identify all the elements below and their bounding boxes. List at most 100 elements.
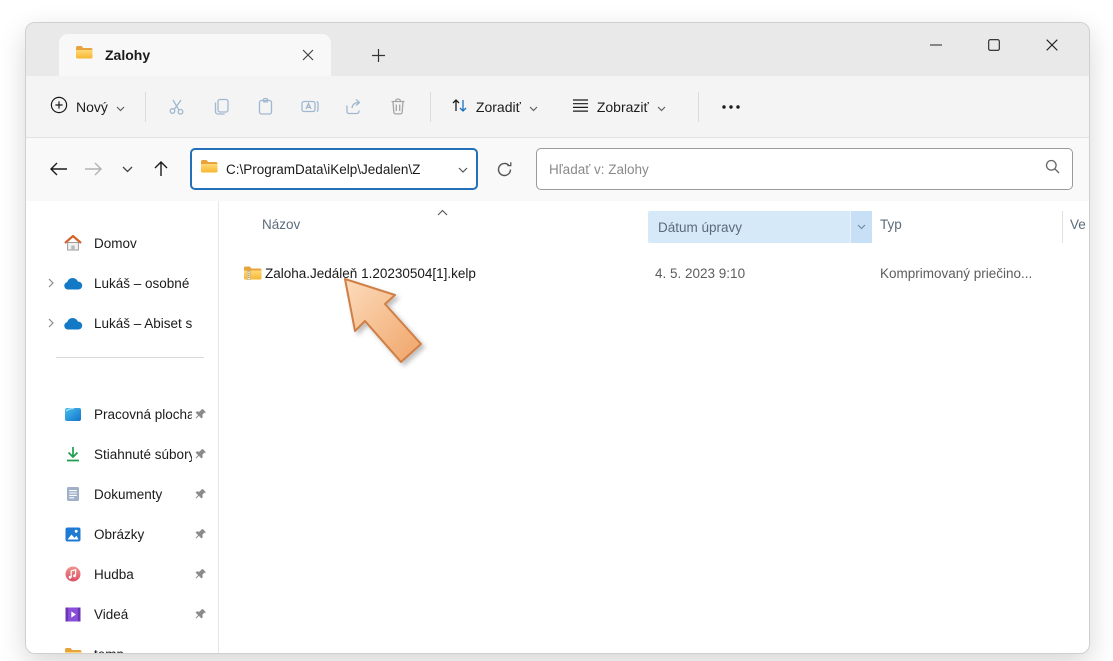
tab-zalohy[interactable]: Zalohy (59, 34, 331, 76)
chevron-down-icon (529, 99, 538, 115)
pin-icon (192, 448, 208, 461)
videos-icon (62, 607, 84, 622)
sidebar-item-label: Dokumenty (94, 487, 192, 502)
zip-folder-icon (243, 265, 262, 284)
back-button[interactable] (42, 152, 76, 186)
sidebar-item-label: Stiahnuté súbory (94, 447, 192, 462)
new-tab-button[interactable] (363, 41, 393, 69)
plus-circle-icon (50, 96, 68, 117)
forward-button[interactable] (76, 152, 110, 186)
column-header-type[interactable]: Typ (880, 217, 902, 232)
sidebar-item-documents[interactable]: Dokumenty (30, 474, 214, 514)
home-icon (62, 235, 84, 251)
sidebar-item-downloads[interactable]: Stiahnuté súbory (30, 434, 214, 474)
close-button[interactable] (1023, 23, 1081, 67)
navigation-pane: Domov Lukáš – osobné (26, 201, 219, 653)
file-list-pane: Názov Dátum úpravy Typ Ve Zaloha.Jedáleň… (219, 201, 1089, 653)
view-button[interactable]: Zobraziť (562, 90, 676, 124)
column-headers: Názov Dátum úpravy Typ Ve (219, 211, 1089, 243)
minimize-button[interactable] (907, 23, 965, 67)
rename-button[interactable] (288, 87, 332, 127)
sidebar-item-music[interactable]: Hudba (30, 554, 214, 594)
folder-icon (62, 647, 84, 655)
share-button[interactable] (332, 87, 376, 127)
search-icon (1045, 159, 1060, 179)
refresh-button[interactable] (484, 149, 524, 189)
sidebar-item-label: Lukáš – osobné (94, 276, 192, 291)
sidebar-item-pictures[interactable]: Obrázky (30, 514, 214, 554)
sidebar-item-label: Lukáš – Abiset s.r.o (94, 316, 192, 331)
tab-close-icon[interactable] (295, 42, 321, 68)
expand-chevron-icon[interactable] (40, 278, 62, 288)
expand-chevron-icon[interactable] (40, 318, 62, 328)
chevron-down-icon (657, 99, 666, 115)
sidebar-item-label: Pracovná plocha (94, 407, 192, 422)
folder-icon (75, 45, 93, 65)
delete-button[interactable] (376, 87, 420, 127)
onedrive-icon (62, 277, 84, 290)
sidebar-item-desktop[interactable]: Pracovná plocha (30, 394, 214, 434)
address-row: C:\ProgramData\iKelp\Jedalen\Z (26, 138, 1089, 200)
pin-icon (192, 608, 208, 621)
address-bar[interactable]: C:\ProgramData\iKelp\Jedalen\Z (190, 148, 478, 190)
new-button[interactable]: Nový (40, 88, 135, 125)
pin-icon (192, 528, 208, 541)
recent-locations-chevron-icon[interactable] (110, 152, 144, 186)
cut-button[interactable] (156, 87, 200, 127)
column-header-modified[interactable]: Dátum úpravy (648, 211, 872, 243)
sidebar-item-onedrive-business[interactable]: Lukáš – Abiset s.r.o (30, 303, 214, 343)
downloads-icon (62, 446, 84, 462)
pin-icon (192, 488, 208, 501)
sort-button[interactable]: Zoradiť (441, 89, 548, 125)
maximize-button[interactable] (965, 23, 1023, 67)
column-header-name[interactable]: Názov (262, 217, 300, 232)
chevron-down-icon (116, 99, 125, 115)
file-modified-date: 4. 5. 2023 9:10 (655, 266, 745, 281)
column-separator[interactable] (1062, 211, 1063, 243)
file-name[interactable]: Zaloha.Jedáleň 1.20230504[1].kelp (265, 266, 476, 281)
sidebar-item-label: Videá (94, 607, 192, 622)
pin-icon (192, 568, 208, 581)
onedrive-icon (62, 317, 84, 330)
search-box[interactable] (536, 148, 1073, 190)
sidebar-item-temp[interactable]: temp (30, 634, 214, 654)
filter-chevron-icon[interactable] (850, 211, 872, 243)
folder-icon (200, 159, 218, 179)
music-icon (62, 566, 84, 582)
sidebar-item-onedrive-personal[interactable]: Lukáš – osobné (30, 263, 214, 303)
pictures-icon (62, 527, 84, 542)
desktop-icon (62, 407, 84, 422)
file-row[interactable]: Zaloha.Jedáleň 1.20230504[1].kelp 4. 5. … (219, 257, 1089, 291)
content-area: Domov Lukáš – osobné (26, 201, 1089, 653)
column-header-size[interactable]: Ve (1070, 217, 1086, 232)
documents-icon (62, 486, 84, 502)
pin-icon (192, 408, 208, 421)
sidebar-item-label: Obrázky (94, 527, 192, 542)
sidebar-item-label: temp (94, 647, 192, 655)
file-type: Komprimovaný priečino... (880, 266, 1032, 281)
sidebar-item-videos[interactable]: Videá (30, 594, 214, 634)
address-dropdown-chevron-icon[interactable] (458, 160, 468, 178)
sort-button-label: Zoradiť (476, 99, 521, 115)
tab-title: Zalohy (105, 47, 295, 63)
sidebar-item-label: Hudba (94, 567, 192, 582)
sidebar-item-label: Domov (94, 236, 192, 251)
view-button-label: Zobraziť (597, 99, 649, 115)
toolbar-separator (430, 92, 431, 122)
sidebar-separator (56, 357, 204, 358)
toolbar-separator (145, 92, 146, 122)
view-lines-icon (572, 98, 589, 116)
command-bar: Nový Zoradiť (26, 76, 1089, 138)
file-explorer-window: Zalohy Nový (25, 22, 1090, 654)
sort-arrows-icon (451, 97, 468, 117)
paste-button[interactable] (244, 87, 288, 127)
copy-button[interactable] (200, 87, 244, 127)
sidebar-item-home[interactable]: Domov (30, 223, 214, 263)
window-controls (907, 23, 1081, 71)
search-input[interactable] (549, 162, 1045, 177)
up-button[interactable] (144, 152, 178, 186)
address-path[interactable]: C:\ProgramData\iKelp\Jedalen\Z (226, 162, 458, 177)
toolbar-separator (698, 92, 699, 122)
new-button-label: Nový (76, 99, 108, 115)
more-options-button[interactable] (709, 87, 753, 127)
